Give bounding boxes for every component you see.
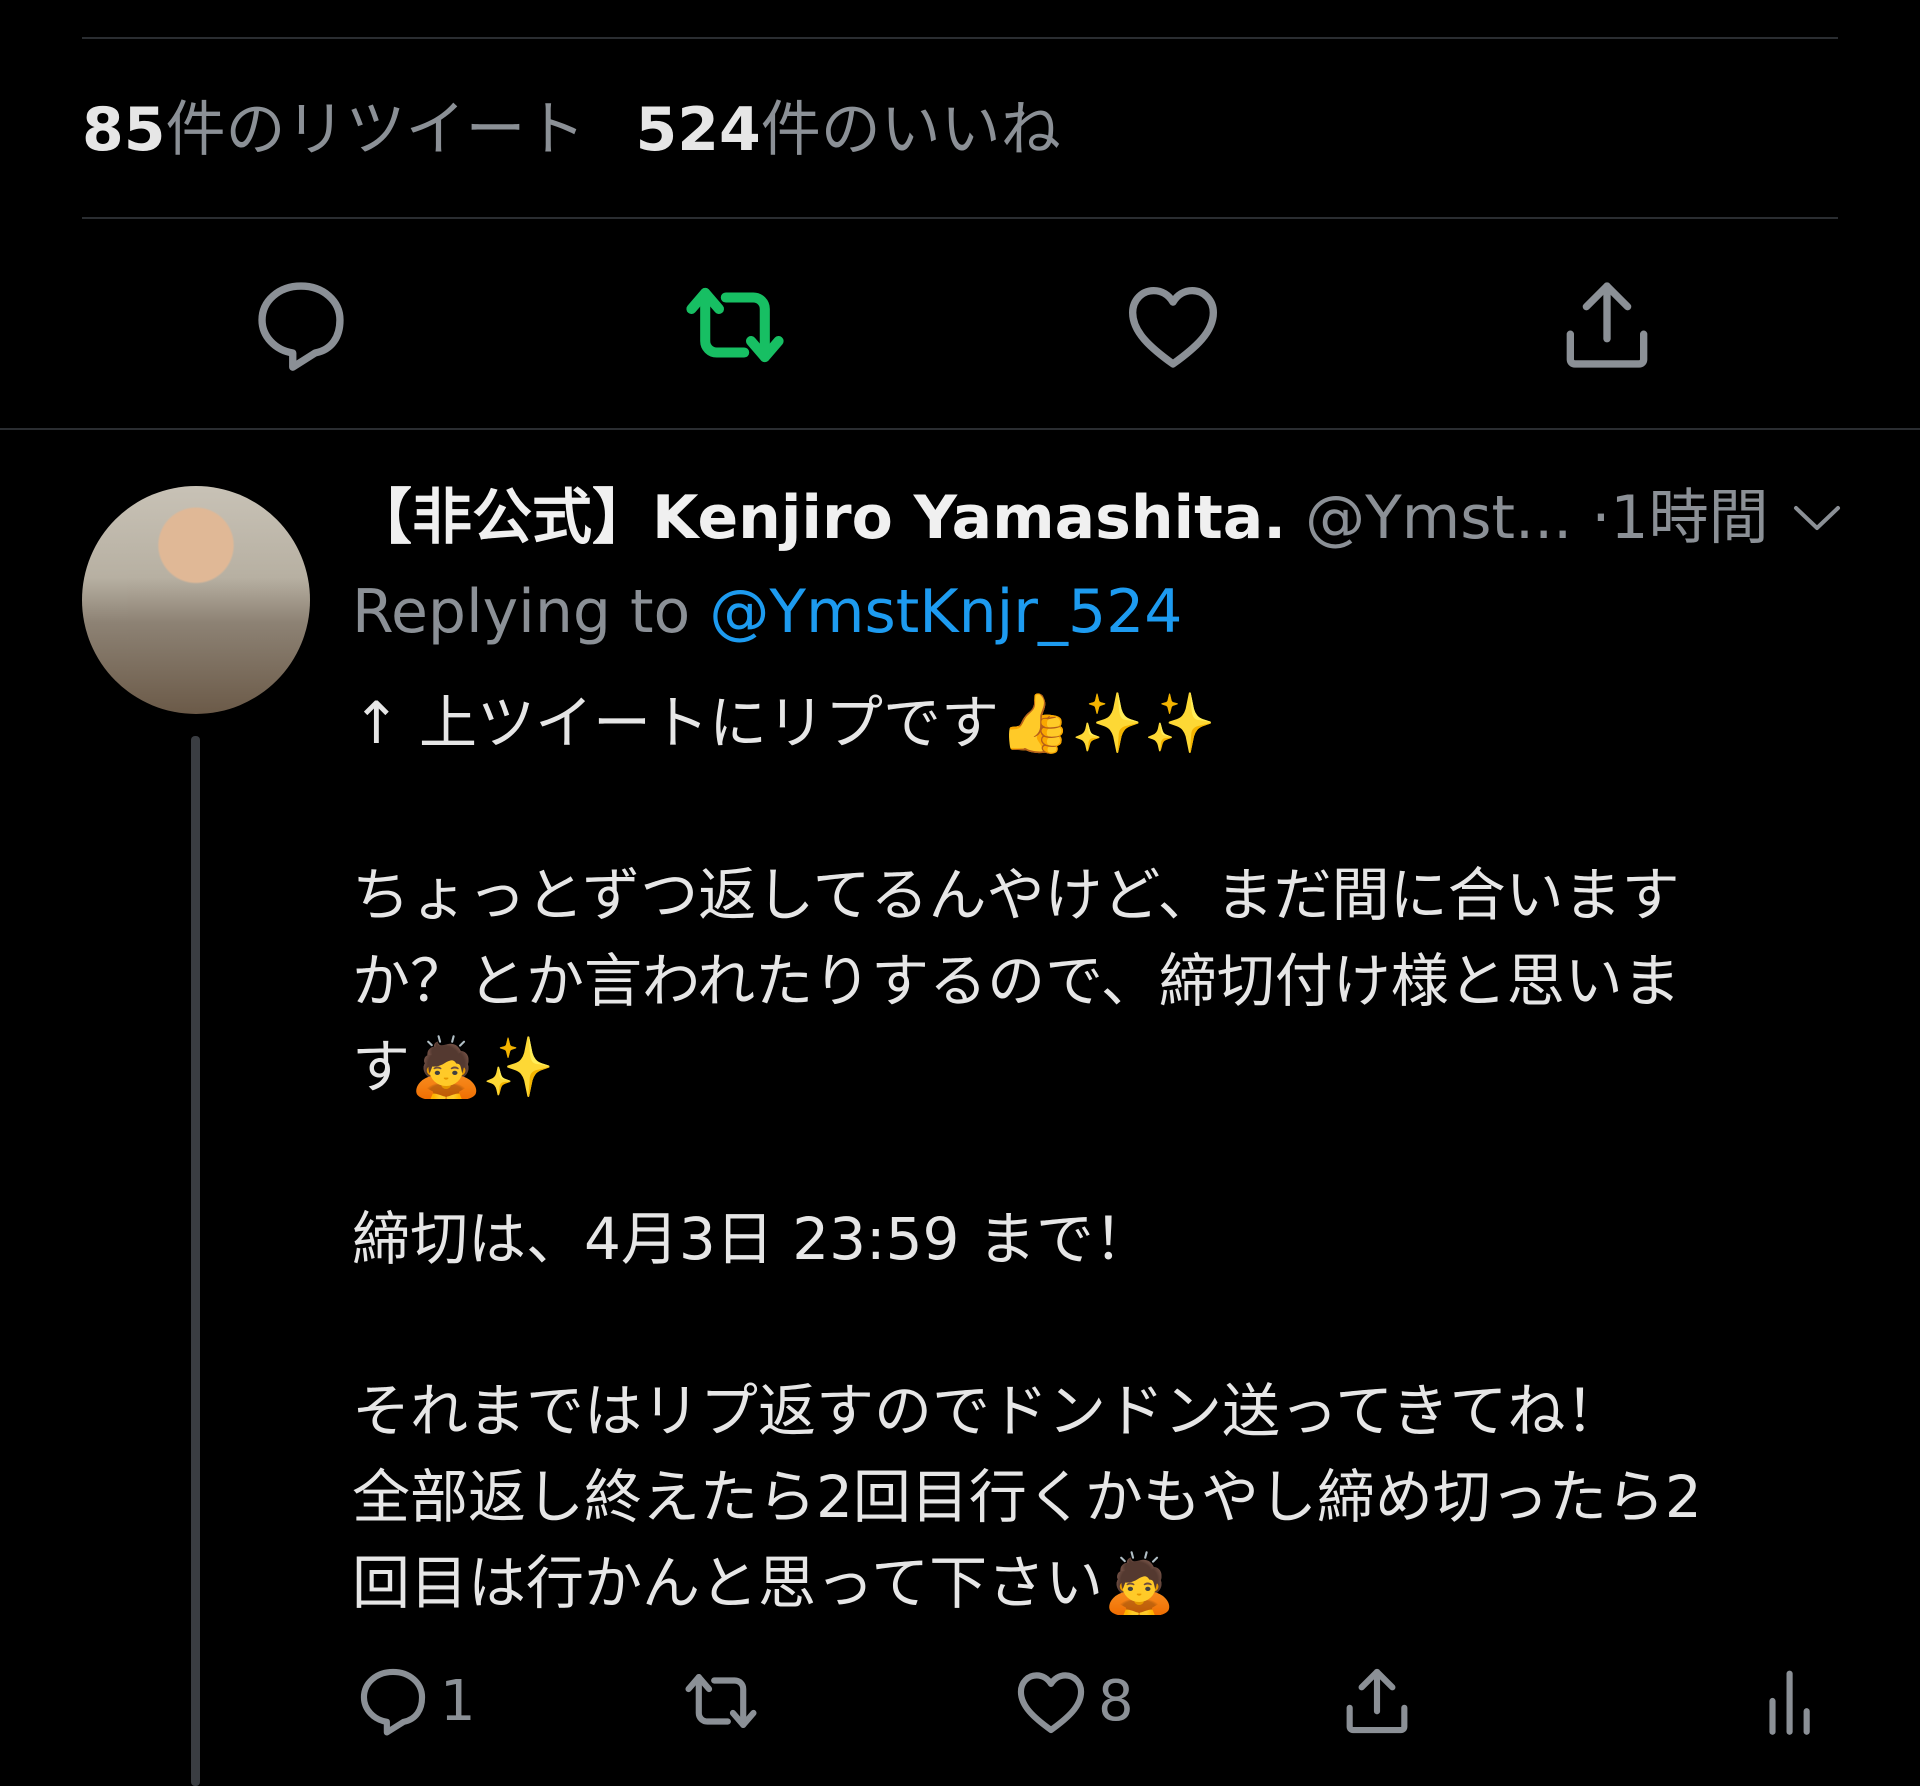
separator: · bbox=[1591, 483, 1611, 553]
analytics-button[interactable] bbox=[1752, 1656, 1834, 1746]
text-line: 締切は、4月3日 23:59 まで！ bbox=[352, 1205, 1152, 1273]
thread-connector bbox=[191, 736, 200, 1786]
mention-link[interactable]: @YmstKnjr_524 bbox=[709, 577, 1182, 647]
text-line: 回目は行かんと思って下さい🙇 bbox=[352, 1549, 1176, 1617]
reply-count: 1 bbox=[440, 1668, 476, 1734]
like-count[interactable]: 524 bbox=[636, 95, 761, 165]
tweet-text: ↑ 上ツイートにリプです👍✨✨ ちょっとずつ返してるんやけど、まだ間に合います … bbox=[352, 680, 1812, 1626]
text-line bbox=[352, 766, 1812, 852]
retweet-label[interactable]: 件のリツイート bbox=[166, 95, 586, 165]
text-line: す🙇✨ bbox=[352, 1033, 555, 1101]
reply-icon bbox=[258, 282, 344, 371]
divider-top bbox=[82, 37, 1838, 39]
text-line: 全部返し終えたら2回目行くかもやし締め切ったら2 bbox=[352, 1463, 1702, 1531]
user-handle[interactable]: @Ymst... bbox=[1305, 483, 1572, 553]
replying-to: Replying to @YmstKnjr_524 bbox=[352, 572, 1182, 652]
share-icon bbox=[1346, 1668, 1408, 1734]
analytics-icon bbox=[1769, 1670, 1810, 1735]
like-label[interactable]: 件のいいね bbox=[761, 95, 1061, 165]
text-line: か？とか言われたりするので、締切付け様と思いま bbox=[352, 947, 1681, 1015]
like-count: 8 bbox=[1098, 1668, 1134, 1734]
text-line bbox=[352, 1282, 1812, 1368]
text-line: ↑ 上ツイートにリプです👍✨✨ bbox=[352, 689, 1216, 757]
heart-icon bbox=[1129, 286, 1217, 368]
retweet-icon bbox=[686, 287, 784, 363]
divider-actions bbox=[0, 428, 1920, 430]
reply-button[interactable] bbox=[246, 270, 356, 380]
tweet-like-button[interactable]: 8 bbox=[1010, 1656, 1134, 1746]
text-line: ちょっとずつ返してるんやけど、まだ間に合います bbox=[352, 861, 1680, 929]
replying-to-label: Replying to bbox=[352, 577, 691, 647]
share-icon bbox=[1566, 282, 1648, 368]
tweet-header: 【非公式】Kenjiro Yamashita. @Ymst... ·1時間 bbox=[352, 478, 1769, 558]
tweet-stats: 85件のリツイート 524件のいいね bbox=[82, 90, 1061, 170]
reply-icon bbox=[360, 1668, 426, 1736]
tweet-retweet-button[interactable] bbox=[680, 1656, 768, 1746]
more-options-button[interactable] bbox=[1790, 498, 1844, 538]
tweet-time[interactable]: 1時間 bbox=[1610, 483, 1768, 553]
text-line bbox=[352, 1110, 1812, 1196]
tweet-share-button[interactable] bbox=[1336, 1656, 1418, 1746]
display-name[interactable]: 【非公式】Kenjiro Yamashita. bbox=[352, 483, 1286, 553]
heart-icon bbox=[1017, 1672, 1085, 1734]
text-line: それまではリプ返すのでドンドン送ってきてね！ bbox=[352, 1377, 1624, 1445]
chevron-down-icon bbox=[1794, 506, 1840, 530]
retweet-count[interactable]: 85 bbox=[82, 95, 166, 165]
tweet-reply-button[interactable]: 1 bbox=[352, 1656, 476, 1746]
retweet-icon bbox=[685, 1674, 757, 1728]
like-button[interactable] bbox=[1118, 270, 1228, 380]
retweet-button[interactable] bbox=[680, 270, 790, 380]
divider-stats bbox=[82, 217, 1838, 219]
avatar[interactable] bbox=[82, 486, 310, 714]
share-button[interactable] bbox=[1552, 270, 1662, 380]
